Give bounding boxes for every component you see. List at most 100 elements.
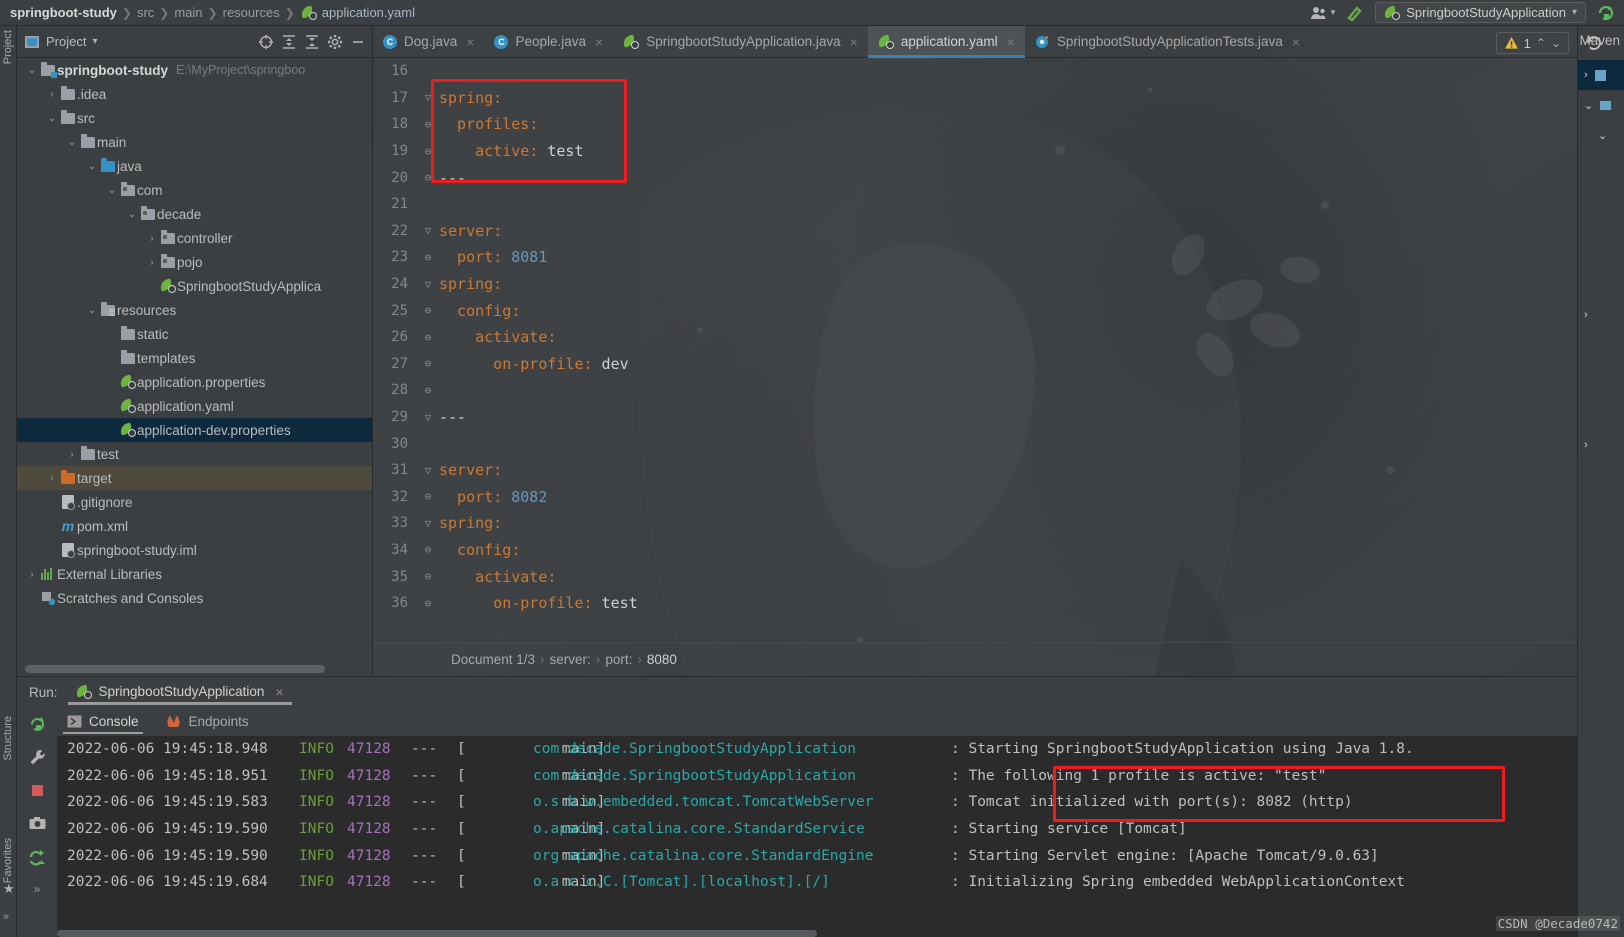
project-tree-horizontal-scrollbar[interactable] xyxy=(25,665,365,673)
breadcrumb-item-1[interactable]: src xyxy=(134,5,157,20)
code-folding-marker[interactable]: ⊖ xyxy=(417,384,439,397)
minimize-icon[interactable] xyxy=(349,33,366,50)
collapse-all-icon[interactable] xyxy=(303,33,320,50)
code-folding-marker[interactable]: ⊖ xyxy=(417,304,439,317)
tree-row-static[interactable]: static xyxy=(17,322,372,346)
chevron-down-icon[interactable]: ⌄ xyxy=(1584,99,1593,112)
code-folding-marker[interactable]: ⊖ xyxy=(417,570,439,583)
code-line[interactable]: 23 ⊖ port: 8081 xyxy=(373,244,1577,271)
maven-tool-window-label[interactable]: Maven xyxy=(1579,33,1620,48)
editor-tab-close-icon[interactable]: × xyxy=(595,34,603,50)
expand-all-icon[interactable] xyxy=(280,33,297,50)
rerun-icon[interactable] xyxy=(24,712,50,736)
code-line[interactable]: 20 ⊖ --- xyxy=(373,164,1577,191)
editor-tab-people-java[interactable]: C People.java × xyxy=(484,26,613,57)
code-folding-marker[interactable]: ⊖ xyxy=(417,331,439,344)
code-folding-marker[interactable]: ▽ xyxy=(417,517,439,530)
tree-row-src[interactable]: ⌄ src xyxy=(17,106,372,130)
maven-tree-row-1[interactable]: › xyxy=(1578,60,1624,90)
previous-problem-icon[interactable]: ⌃ xyxy=(1536,36,1546,50)
code-folding-marker[interactable]: ▽ xyxy=(417,91,439,104)
code-line[interactable]: 29 ▽ --- xyxy=(373,404,1577,431)
project-file-tree[interactable]: ⌄ springboot-study E:\MyProject\springboo ›… xyxy=(17,58,372,658)
console-horizontal-scrollbar[interactable] xyxy=(57,930,1584,937)
tool-window-button-favorites[interactable]: Favorites xyxy=(2,838,14,883)
code-folding-marker[interactable]: ▽ xyxy=(417,411,439,424)
code-line[interactable]: 32 ⊖ port: 8082 xyxy=(373,484,1577,511)
code-folding-marker[interactable]: ▽ xyxy=(417,224,439,237)
code-line[interactable]: 24 ▽ spring: xyxy=(373,271,1577,298)
breadcrumb-server[interactable]: server: xyxy=(550,652,591,667)
chevron-down-icon[interactable]: ⌄ xyxy=(65,137,79,148)
account-icon[interactable]: ▾ xyxy=(1310,6,1335,20)
tree-row-decade[interactable]: ⌄ decade xyxy=(17,202,372,226)
console-output[interactable]: 2022-06-06 19:45:18.948 INFO 47128 --- [ mai… xyxy=(57,736,1584,937)
code-line[interactable]: 34 ⊖ config: xyxy=(373,537,1577,564)
breadcrumb-item-2[interactable]: main xyxy=(171,5,205,20)
maven-tree-row-2[interactable]: ⌄ xyxy=(1578,90,1624,120)
breadcrumb-item-3[interactable]: resources xyxy=(220,5,283,20)
code-line[interactable]: 36 ⊖ on-profile: test xyxy=(373,590,1577,617)
code-folding-marker[interactable]: ⊖ xyxy=(417,490,439,503)
chevron-down-icon[interactable]: ▾ xyxy=(92,36,97,47)
tree-row-springboot-study-iml[interactable]: springboot-study.iml xyxy=(17,538,372,562)
tree-row-gitignore[interactable]: .gitignore xyxy=(17,490,372,514)
tree-row-external-libraries[interactable]: › External Libraries xyxy=(17,562,372,586)
code-line[interactable]: 33 ▽ spring: xyxy=(373,510,1577,537)
editor-tab-close-icon[interactable]: × xyxy=(1007,34,1015,50)
breadcrumb-document[interactable]: Document 1/3 xyxy=(451,652,535,667)
editor-tab-close-icon[interactable]: × xyxy=(1292,34,1300,50)
chevron-right-icon[interactable]: › xyxy=(1584,309,1588,321)
editor-tab-close-icon[interactable]: × xyxy=(466,34,474,50)
code-line[interactable]: 30 xyxy=(373,430,1577,457)
more-actions-icon[interactable]: » xyxy=(24,877,50,901)
code-line[interactable]: 35 ⊖ activate: xyxy=(373,563,1577,590)
run-configuration-tab[interactable]: SpringbootStudyApplication × xyxy=(67,681,292,705)
editor-tab-springbootstudyapplication-java[interactable]: SpringbootStudyApplication.java × xyxy=(613,26,868,57)
settings-wrench-icon[interactable] xyxy=(24,745,50,769)
editor-tab-dog-java[interactable]: C Dog.java × xyxy=(373,26,484,57)
tree-row-application-yaml[interactable]: application.yaml xyxy=(17,394,372,418)
chevron-right-icon[interactable]: › xyxy=(65,449,79,460)
next-problem-icon[interactable]: ⌄ xyxy=(1551,36,1561,50)
code-line[interactable]: 28 ⊖ xyxy=(373,377,1577,404)
code-folding-marker[interactable]: ⊖ xyxy=(417,171,439,184)
tree-row-templates[interactable]: templates xyxy=(17,346,372,370)
editor-tab-close-icon[interactable]: × xyxy=(850,34,858,50)
tool-window-button-structure[interactable]: Structure xyxy=(2,716,14,761)
code-folding-marker[interactable]: ⊖ xyxy=(417,597,439,610)
code-folding-marker[interactable]: ⊖ xyxy=(417,357,439,370)
code-line[interactable]: 31 ▽ server: xyxy=(373,457,1577,484)
build-hammer-icon[interactable] xyxy=(1345,4,1365,22)
code-folding-marker[interactable]: ▽ xyxy=(417,464,439,477)
code-viewport[interactable]: 16 17 ▽ spring: 18 ⊖ profiles: 19 ⊖ active: tes… xyxy=(373,58,1577,642)
editor-tab-springbootstudyapplicationtests-java[interactable]: SpringbootStudyApplicationTests.java × xyxy=(1025,26,1310,57)
chevron-right-icon[interactable]: › xyxy=(145,257,159,268)
code-folding-marker[interactable]: ▽ xyxy=(417,278,439,291)
code-line[interactable]: 19 ⊖ active: test xyxy=(373,138,1577,165)
code-folding-marker[interactable]: ⊖ xyxy=(417,543,439,556)
maven-tree-row-5[interactable]: › xyxy=(1578,430,1624,460)
code-folding-marker[interactable]: ⊖ xyxy=(417,145,439,158)
chevron-down-icon[interactable]: ⌄ xyxy=(25,65,39,76)
expand-strip-icon[interactable]: » xyxy=(3,911,9,923)
code-line[interactable]: 18 ⊖ profiles: xyxy=(373,111,1577,138)
tree-row-scratches-and-consoles[interactable]: Scratches and Consoles xyxy=(17,586,372,610)
code-line[interactable]: 16 xyxy=(373,58,1577,85)
tree-row-controller[interactable]: › controller xyxy=(17,226,372,250)
chevron-right-icon[interactable]: › xyxy=(45,473,59,484)
maven-tree-row-4[interactable]: › xyxy=(1578,300,1624,330)
stop-icon[interactable] xyxy=(24,778,50,802)
tree-row-resources[interactable]: ⌄ resources xyxy=(17,298,372,322)
chevron-down-icon[interactable]: ⌄ xyxy=(125,209,139,220)
code-line[interactable]: 25 ⊖ config: xyxy=(373,297,1577,324)
breadcrumb-item-0[interactable]: springboot-study xyxy=(0,5,120,20)
editor-tab-application-yaml[interactable]: application.yaml × xyxy=(867,26,1025,58)
chevron-right-icon[interactable]: › xyxy=(1584,439,1588,451)
chevron-right-icon[interactable]: › xyxy=(25,569,39,580)
tree-row-java[interactable]: ⌄ java xyxy=(17,154,372,178)
tree-row-application-dev-properties[interactable]: application-dev.properties xyxy=(17,418,372,442)
tree-row-springbootstudyapplica[interactable]: SpringbootStudyApplica xyxy=(17,274,372,298)
tree-row-idea[interactable]: › .idea xyxy=(17,82,372,106)
run-configuration-selector[interactable]: SpringbootStudyApplication ▾ xyxy=(1375,2,1586,23)
